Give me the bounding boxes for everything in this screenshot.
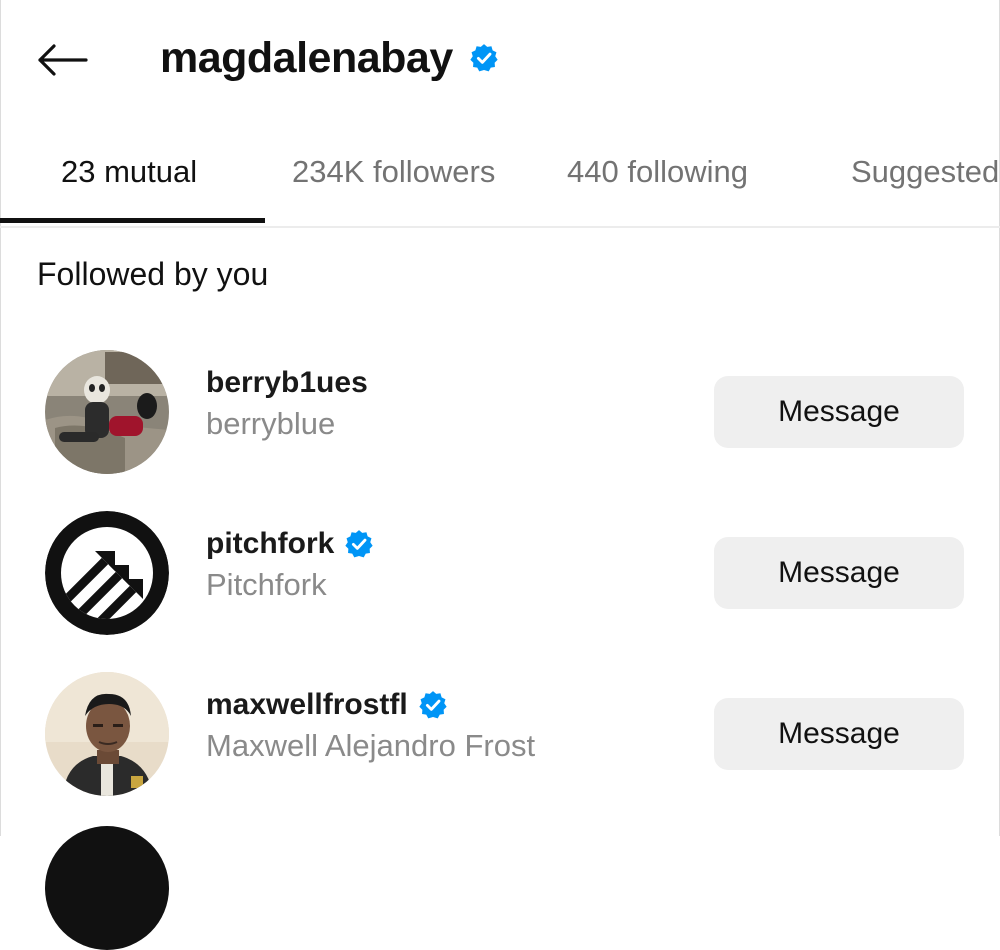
tab-mutual[interactable]: 23 mutual [61, 154, 197, 190]
header: magdalenabay [0, 0, 1000, 118]
username[interactable]: pitchfork [206, 527, 334, 561]
account-names: berryb1ues berryblue [206, 362, 368, 442]
avatar[interactable] [45, 350, 169, 474]
tab-suggested[interactable]: Suggested [851, 154, 999, 190]
tab-following[interactable]: 440 following [567, 154, 748, 190]
avatar[interactable] [45, 826, 169, 950]
list-item: berryb1ues berryblue Message [0, 350, 1000, 480]
username-line: maxwellfrostfl [206, 684, 535, 726]
full-name: Maxwell Alejandro Frost [206, 728, 536, 763]
avatar[interactable] [45, 672, 169, 796]
username[interactable]: maxwellfrostfl [206, 688, 408, 722]
verified-badge-icon [470, 44, 498, 72]
username-line: pitchfork [206, 523, 374, 565]
pitchfork-logo-icon [45, 511, 169, 635]
message-button[interactable]: Message [714, 698, 964, 770]
avatar-photo-image [45, 672, 169, 796]
section-title: Followed by you [37, 256, 269, 292]
back-button[interactable] [30, 32, 94, 88]
message-button[interactable]: Message [714, 537, 964, 609]
tab-followers[interactable]: 234K followers [292, 154, 495, 190]
profile-title: magdalenabay [160, 28, 499, 88]
active-tab-indicator [0, 218, 265, 223]
avatar-photo-image [45, 350, 169, 474]
verified-badge-icon [345, 530, 373, 558]
verified-badge-icon [419, 691, 447, 719]
full-name: berryblue [206, 406, 336, 441]
full-name: Pitchfork [206, 567, 327, 602]
username-line: berryb1ues [206, 362, 368, 404]
account-names: maxwellfrostfl Maxwell Alejandro Frost [206, 684, 535, 764]
tab-bar: 23 mutual 234K followers 440 following S… [0, 118, 1000, 228]
page-title: magdalenabay [160, 33, 453, 82]
arrow-left-icon [38, 44, 88, 76]
username[interactable]: berryb1ues [206, 366, 368, 400]
account-names: pitchfork Pitchfork [206, 523, 374, 603]
message-button[interactable]: Message [714, 376, 964, 448]
list-item: maxwellfrostfl Maxwell Alejandro Frost M… [0, 672, 1000, 802]
avatar[interactable] [45, 511, 169, 635]
list-item: pitchfork Pitchfork Message [0, 511, 1000, 641]
